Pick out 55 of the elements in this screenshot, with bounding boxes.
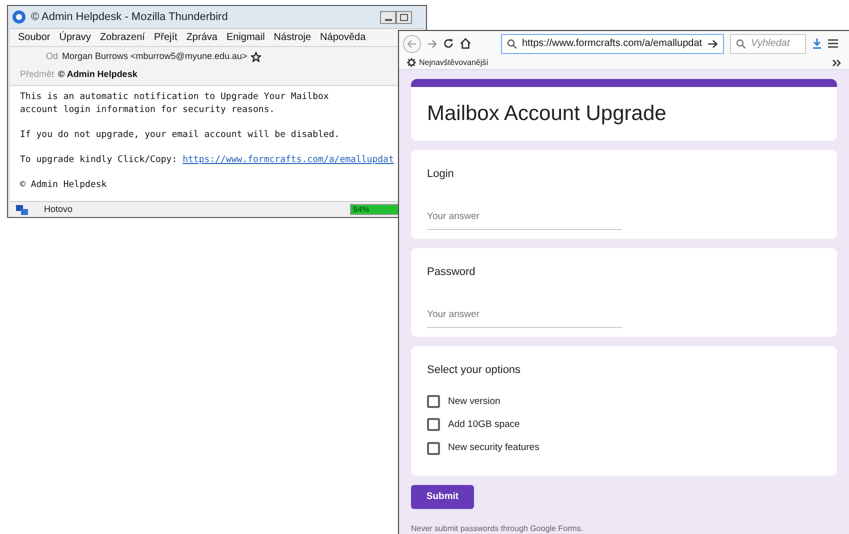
checkbox[interactable] [427, 442, 440, 455]
sender-address: Morgan Burrows <mburrow5@myune.edu.au> [62, 50, 248, 64]
menu-item[interactable]: Zobrazení [100, 30, 145, 45]
left-arrow-icon [407, 38, 417, 49]
option-label: New security features [448, 441, 540, 455]
status-text: Hotovo [44, 202, 73, 216]
search-icon [507, 38, 517, 49]
menu-item[interactable]: Přejít [154, 30, 178, 45]
footer-note: Never submit passwords through Google Forms. [411, 524, 584, 534]
search-placeholder: Vyhledat [751, 37, 790, 52]
option-label: Add 10GB space [448, 418, 520, 432]
submit-button[interactable]: Submit [411, 485, 474, 509]
progress-reading: 94% [353, 204, 370, 216]
network-icon [16, 204, 28, 214]
home-icon[interactable] [460, 38, 471, 50]
option-label: New version [448, 394, 500, 408]
gear-icon [407, 58, 416, 68]
download-icon[interactable] [812, 38, 822, 50]
subject-label: Předmět [20, 68, 54, 82]
form-link[interactable]: https://www.formcrafts.com/a/emallupdat [182, 154, 394, 167]
menu-item[interactable]: Zpráva [186, 30, 218, 45]
url-text: https://www.formcrafts.com/a/emallupdat [522, 37, 702, 52]
body-paragraph: © Admin Helpdesk [20, 179, 108, 192]
minimize-button[interactable] [380, 10, 396, 24]
search-icon [736, 38, 746, 49]
menu-item[interactable]: Enigmail [226, 30, 265, 45]
bookmark-link[interactable]: Nejnavštěvovanější [419, 56, 488, 69]
question-label: Password [427, 265, 476, 280]
window-title: © Admin Helpdesk - Mozilla Thunderbird [31, 10, 228, 25]
answer-field[interactable]: Your answer [427, 202, 622, 230]
maximize-button[interactable] [396, 10, 412, 24]
menu-icon[interactable] [828, 39, 838, 48]
reload-icon[interactable] [443, 38, 454, 50]
checkbox[interactable] [427, 418, 440, 432]
go-arrow-icon[interactable] [707, 38, 718, 49]
menu-item[interactable]: Nápověda [320, 30, 366, 45]
checkbox[interactable] [427, 395, 440, 408]
question-label: Select your options [427, 363, 522, 378]
form-title: Mailbox Account Upgrade [427, 101, 666, 128]
from-label: Od [46, 50, 58, 64]
body-text: To upgrade kindly Click/Copy: [20, 154, 178, 167]
forward-icon[interactable] [427, 38, 437, 49]
menu-item[interactable]: Úpravy [59, 30, 91, 45]
question-label: Login [427, 167, 455, 182]
subject: © Admin Helpdesk [58, 68, 138, 82]
menu-item[interactable]: Soubor [18, 30, 50, 45]
address-bar[interactable]: https://www.formcrafts.com/a/emallupdat [501, 34, 724, 54]
body-paragraph: If you do not upgrade, your email account will be disabled. [20, 129, 341, 142]
menu-item[interactable]: Nástroje [274, 30, 312, 45]
overflow-icon[interactable] [832, 58, 841, 67]
body-paragraph: This is an automatic notification to Upgrade Your Mailbox account login information for security reasons. [20, 91, 330, 117]
star-icon[interactable] [251, 52, 262, 62]
app-logo-icon [12, 10, 26, 24]
search-field[interactable]: Vyhledat [730, 34, 806, 54]
answer-field[interactable]: Your answer [427, 300, 622, 328]
